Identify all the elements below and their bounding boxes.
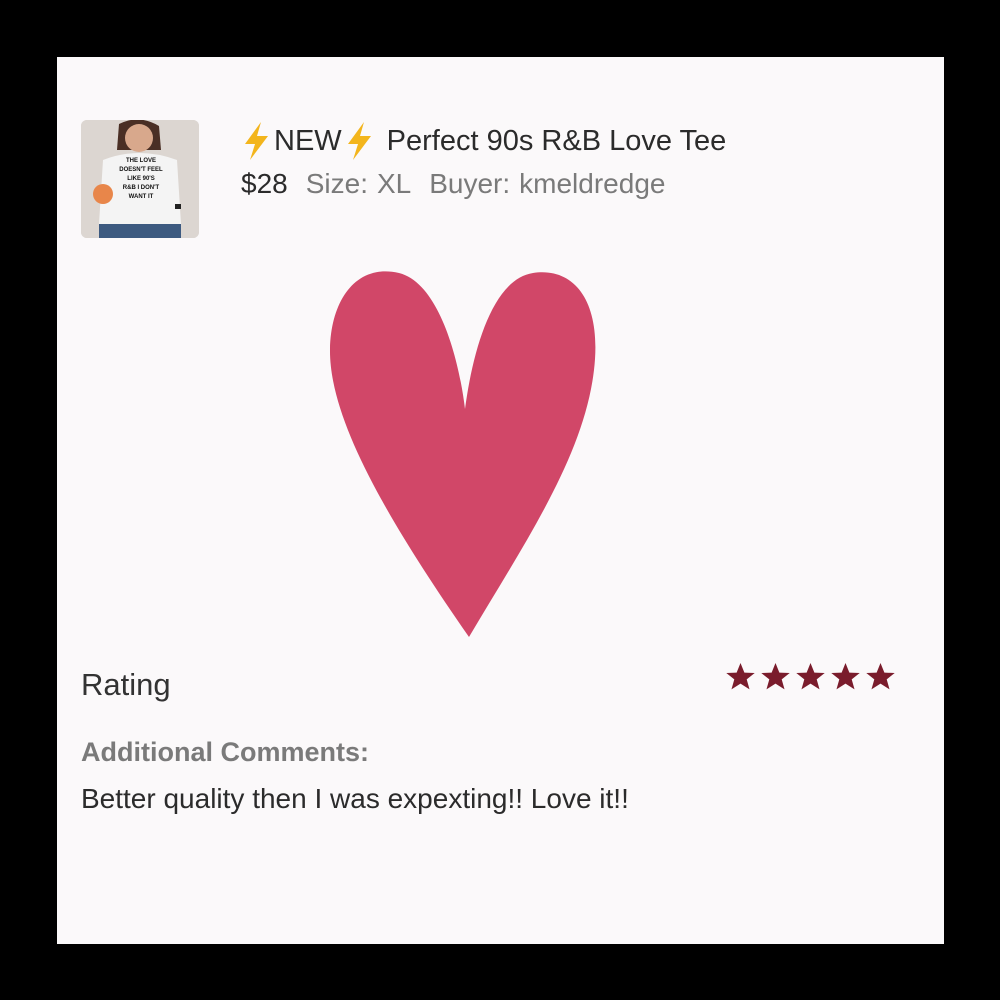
star-icon [761, 662, 790, 690]
lightning-bolt-icon [241, 121, 271, 161]
thumbnail-shirt-text-2: DOESN'T FEEL [119, 167, 163, 173]
star-rating [725, 661, 896, 692]
star-icon [866, 662, 895, 690]
size-value: XL [376, 168, 412, 199]
thumbnail-shirt-text-5: WANT IT [129, 194, 154, 200]
listing-title[interactable]: NEW Perfect 90s R&B Love Tee [241, 121, 728, 161]
thumbnail-shirt-text-3: LIKE 90'S [127, 176, 154, 182]
heart-icon [329, 271, 596, 637]
thumbnail-shirt-text-4: R&B I DON'T [123, 185, 160, 191]
listing-title-text: Perfect 90s R&B Love Tee [386, 124, 727, 157]
comments-heading: Additional Comments: [81, 737, 369, 767]
comments-text: Better quality then I was expexting!! Lo… [81, 783, 629, 814]
listing-meta: $28 Size: XL Buyer: kmeldredge [241, 165, 683, 203]
thumbnail-shirt-text-1: THE LOVE [126, 158, 156, 164]
lightning-bolt-icon [344, 121, 374, 161]
buyer-label: Buyer: [429, 168, 511, 199]
size-label: Size: [305, 168, 368, 199]
rating-label: Rating [81, 667, 171, 702]
product-thumbnail[interactable]: THE LOVE DOESN'T FEEL LIKE 90'S R&B I DO… [81, 120, 199, 238]
buyer-username[interactable]: kmeldredge [519, 168, 665, 200]
star-icon [796, 662, 825, 690]
price: $28 [241, 168, 288, 199]
review-card: THE LOVE DOESN'T FEEL LIKE 90'S R&B I DO… [57, 57, 944, 944]
star-icon [831, 662, 860, 690]
star-icon [726, 662, 755, 690]
new-badge-text: NEW [274, 124, 342, 157]
